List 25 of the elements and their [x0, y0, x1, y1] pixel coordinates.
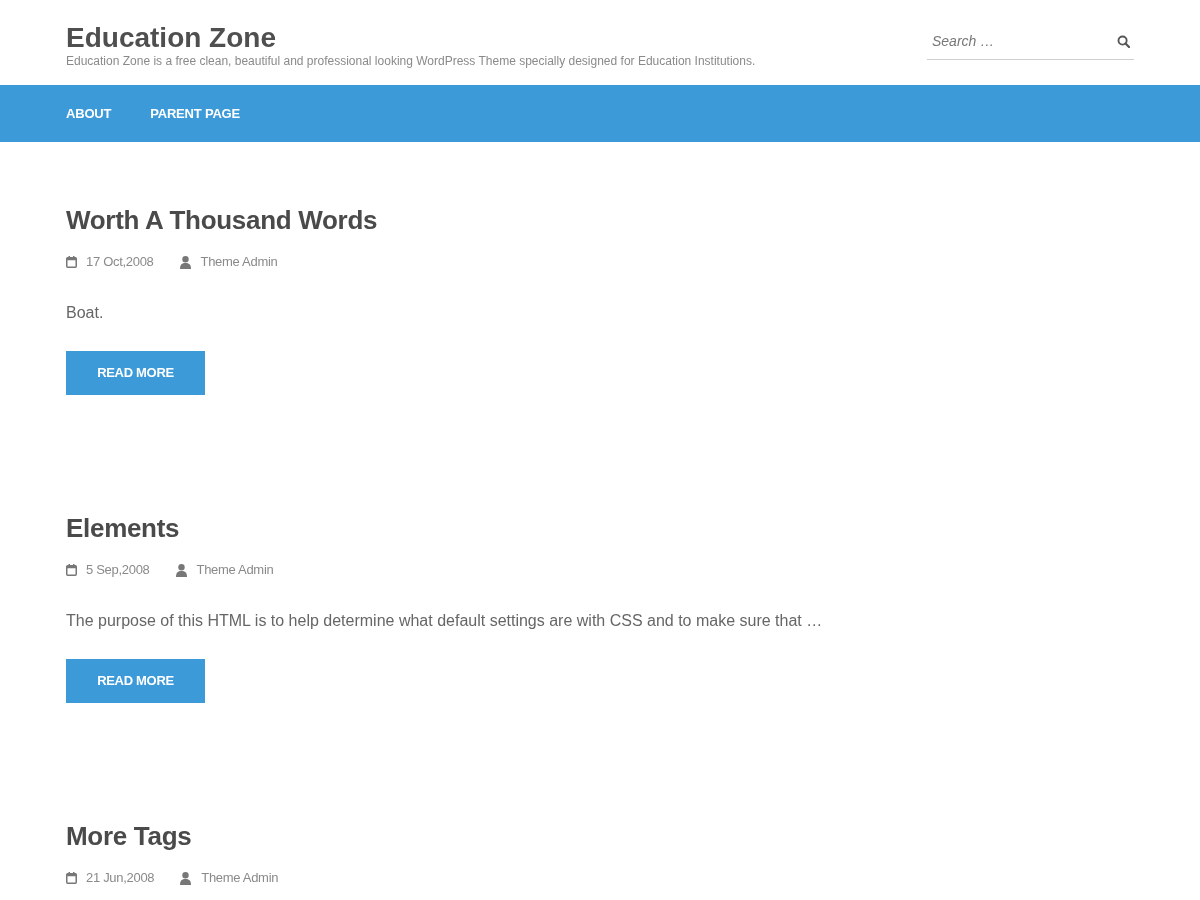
post-title[interactable]: Worth A Thousand Words — [66, 204, 378, 236]
post-excerpt: Boat. — [66, 303, 104, 323]
calendar-icon — [66, 872, 77, 884]
user-icon — [180, 871, 192, 885]
post-date[interactable]: 21 Jun,2008 — [86, 870, 155, 886]
search-icon[interactable] — [1117, 35, 1130, 48]
nav-link[interactable]: ABOUT — [66, 105, 112, 122]
nav-link[interactable]: PARENT PAGE — [150, 105, 240, 122]
post-date[interactable]: 17 Oct,2008 — [86, 254, 154, 270]
post-author[interactable]: Theme Admin — [200, 254, 278, 270]
calendar-icon — [66, 564, 77, 576]
search-field[interactable]: Search … — [927, 23, 1134, 60]
site-tagline: Education Zone is a free clean, beautiful and professional looking WordPress Theme specially designed for Education Institutions. — [66, 54, 756, 68]
site-title[interactable]: Education Zone — [66, 22, 276, 54]
read-more-button[interactable]: READ MORE — [66, 351, 205, 395]
post-author[interactable]: Theme Admin — [196, 562, 274, 578]
post-author[interactable]: Theme Admin — [201, 870, 279, 886]
user-icon — [175, 563, 187, 577]
read-more-button[interactable]: READ MORE — [66, 659, 205, 703]
post-title[interactable]: Elements — [66, 512, 180, 544]
user-icon — [179, 255, 191, 269]
calendar-icon — [66, 256, 77, 268]
post-title[interactable]: More Tags — [66, 820, 192, 852]
post-excerpt: The purpose of this HTML is to help determine what default settings are with CSS and to make sure that … — [66, 611, 823, 631]
post-date[interactable]: 5 Sep,2008 — [86, 562, 150, 578]
